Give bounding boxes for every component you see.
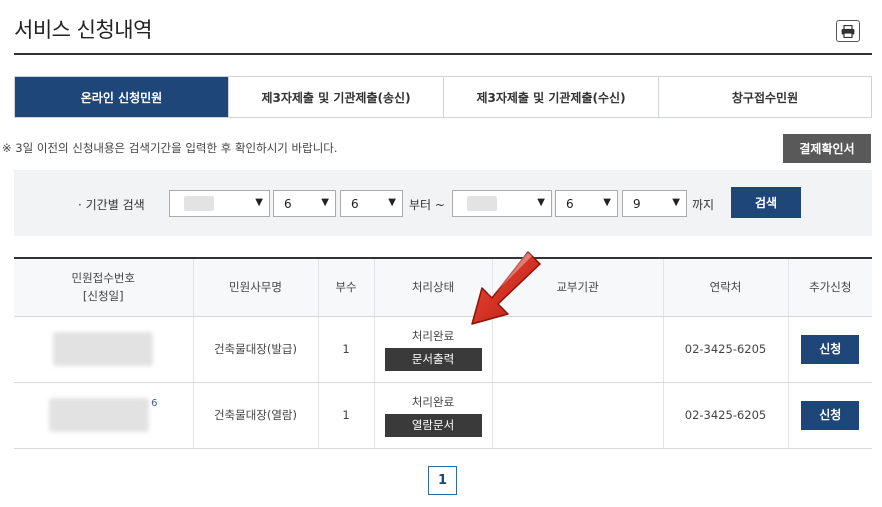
to-day-select[interactable]: 9 ▼ <box>622 190 687 217</box>
status-cell: 처리완료 열람문서 <box>374 382 493 449</box>
to-day-value: 9 <box>633 196 641 211</box>
chevron-down-icon: ▼ <box>388 197 396 208</box>
to-month-value: 6 <box>566 196 574 211</box>
receipt-number-suffix[interactable]: 6 <box>151 398 157 409</box>
application-table: 민원접수번호 [신청일] 민원사무명 부수 처리상태 교부기관 연락처 추가신청… <box>14 257 872 449</box>
print-document-button[interactable]: 문서출력 <box>384 347 482 371</box>
to-suffix: 까지 <box>692 198 715 212</box>
table-row: 건축물대장(발급) 1 처리완료 문서출력 02-3425-6205 신청 <box>14 316 872 383</box>
print-button[interactable] <box>836 20 860 42</box>
redacted-year <box>467 196 497 211</box>
pagination-current-page[interactable]: 1 <box>428 466 457 495</box>
contact-cell: 02-3425-6205 <box>663 382 789 449</box>
col-header-service-name: 민원사무명 <box>193 258 319 317</box>
chevron-down-icon: ▼ <box>255 197 263 208</box>
payment-receipt-button[interactable]: 결제확인서 <box>783 134 871 163</box>
from-year-select[interactable]: ▼ <box>169 190 270 217</box>
redacted-year <box>184 196 214 211</box>
to-year-select[interactable]: ▼ <box>452 190 552 217</box>
col-header-copies: 부수 <box>318 258 375 317</box>
from-month-value: 6 <box>284 196 292 211</box>
view-document-button[interactable]: 열람문서 <box>384 413 482 437</box>
redacted-receipt-number <box>53 332 154 366</box>
from-day-select[interactable]: 6 ▼ <box>340 190 403 217</box>
red-pointer-arrow-icon <box>471 251 541 325</box>
period-search-label: · 기간별 검색 <box>78 198 145 212</box>
chevron-down-icon: ▼ <box>672 197 680 208</box>
redacted-receipt-number <box>49 398 150 432</box>
table-row: 6 건축물대장(열람) 1 처리완료 열람문서 02-3425-6205 신청 <box>14 382 872 449</box>
tab-online-applications[interactable]: 온라인 신청민원 <box>15 77 229 117</box>
from-month-select[interactable]: 6 ▼ <box>273 190 336 217</box>
tab-bar: 온라인 신청민원 제3자제출 및 기관제출(송신) 제3자제출 및 기관제출(수… <box>14 76 872 118</box>
apply-cell: 신청 <box>788 316 872 383</box>
copies-cell: 1 <box>318 316 375 383</box>
col-header-contact: 연락처 <box>663 258 789 317</box>
title-divider <box>14 53 872 55</box>
status-text: 처리완료 <box>411 394 455 409</box>
to-month-select[interactable]: 6 ▼ <box>555 190 618 217</box>
service-name-cell: 건축물대장(발급) <box>193 316 319 383</box>
contact-cell: 02-3425-6205 <box>663 316 789 383</box>
copies-cell: 1 <box>318 382 375 449</box>
col-header-receipt-number: 민원접수번호 [신청일] <box>14 258 194 317</box>
tab-third-party-received[interactable]: 제3자제출 및 기관제출(수신) <box>444 77 659 117</box>
page-title: 서비스 신청내역 <box>14 18 152 42</box>
chevron-down-icon: ▼ <box>537 197 545 208</box>
chevron-down-icon: ▼ <box>603 197 611 208</box>
search-notice: ※ 3일 이전의 신청내용은 검색기간을 입력한 후 확인하시기 바랍니다. <box>2 141 338 155</box>
receipt-number-cell[interactable] <box>14 316 194 383</box>
apply-button[interactable]: 신청 <box>801 334 860 364</box>
apply-cell: 신청 <box>788 382 872 449</box>
apply-button[interactable]: 신청 <box>801 400 860 430</box>
chevron-down-icon: ▼ <box>321 197 329 208</box>
tab-counter-applications[interactable]: 창구접수민원 <box>659 77 871 117</box>
from-day-value: 6 <box>351 196 359 211</box>
tab-third-party-sent[interactable]: 제3자제출 및 기관제출(송신) <box>229 77 444 117</box>
table-header-row: 민원접수번호 [신청일] 민원사무명 부수 처리상태 교부기관 연락처 추가신청 <box>14 258 872 317</box>
agency-cell <box>492 382 664 449</box>
col-header-additional-request: 추가신청 <box>788 258 872 317</box>
printer-icon <box>841 24 855 38</box>
receipt-number-cell[interactable]: 6 <box>14 382 194 449</box>
service-name-cell: 건축물대장(열람) <box>193 382 319 449</box>
from-suffix: 부터 ~ <box>409 198 445 212</box>
search-button[interactable]: 검색 <box>731 187 801 218</box>
